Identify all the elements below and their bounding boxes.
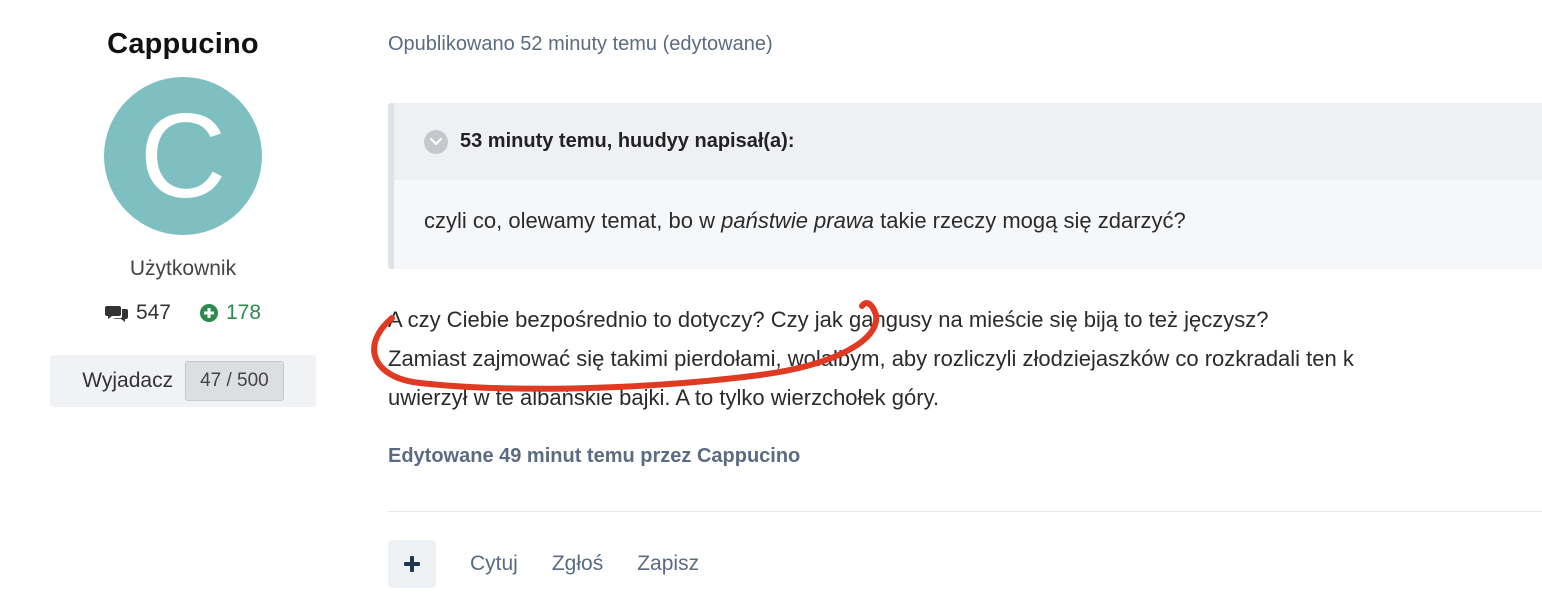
author-group: Użytkownik bbox=[129, 257, 237, 280]
post-meta[interactable]: Opublikowano 52 minuty temu (edytowane) bbox=[388, 33, 773, 56]
report-button[interactable]: Zgłoś bbox=[552, 552, 603, 576]
quote-text-before: czyli co, olewamy temat, bo w bbox=[424, 208, 722, 233]
avatar-letter: C bbox=[139, 89, 227, 223]
author-rank: Wyjadacz 47 / 500 bbox=[50, 355, 316, 407]
posts-count-value: 547 bbox=[135, 301, 171, 324]
quote-citation[interactable]: 53 minuty temu, huudyy napisał(a): bbox=[460, 130, 795, 153]
author-username[interactable]: Cappucino bbox=[107, 28, 259, 61]
quote-text-italic: państwie prawa bbox=[721, 208, 874, 233]
quote-toggle[interactable] bbox=[424, 129, 448, 154]
reputation-value: 178 bbox=[226, 301, 262, 324]
plus-icon bbox=[404, 556, 420, 572]
post-content-line: Zamiast zajmować się takimi pierdołami, … bbox=[388, 346, 1354, 371]
posts-count: 547 bbox=[104, 301, 171, 325]
rank-name: Wyjadacz bbox=[82, 369, 174, 392]
comments-icon bbox=[104, 306, 128, 322]
quote-text: czyli co, olewamy temat, bo w państwie p… bbox=[394, 180, 1542, 234]
post-actions: Cytuj Zgłoś Zapisz bbox=[388, 540, 733, 588]
post-content-line: uwierzył w te albańskie bajki. A to tylk… bbox=[388, 385, 940, 410]
more-actions-button[interactable] bbox=[388, 540, 436, 588]
rank-progress: 47 / 500 bbox=[185, 361, 284, 401]
post-content: A czy Ciebie bezpośrednio to dotyczy? Cz… bbox=[388, 300, 1354, 417]
quote-button[interactable]: Cytuj bbox=[470, 552, 518, 576]
quote-text-after: takie rzeczy mogą się zdarzyć? bbox=[873, 208, 1186, 233]
reputation: 178 bbox=[199, 301, 261, 325]
post-divider bbox=[388, 511, 1542, 512]
post-quote: 53 minuty temu, huudyy napisał(a): czyli… bbox=[388, 103, 1542, 269]
edited-note: Edytowane 49 minut temu przez Cappucino bbox=[388, 445, 801, 467]
post-content-line: A czy Ciebie bezpośrednio to dotyczy? Cz… bbox=[388, 307, 1269, 332]
chevron-down-icon bbox=[430, 137, 442, 145]
author-panel: Cappucino C Użytkownik 547 178 Wyjadacz … bbox=[50, 0, 316, 407]
save-button[interactable]: Zapisz bbox=[637, 552, 699, 576]
author-avatar[interactable]: C bbox=[104, 77, 262, 235]
author-stats: 547 178 bbox=[104, 301, 261, 325]
plus-circle-icon bbox=[200, 304, 218, 322]
quote-header: 53 minuty temu, huudyy napisał(a): bbox=[394, 103, 1542, 180]
